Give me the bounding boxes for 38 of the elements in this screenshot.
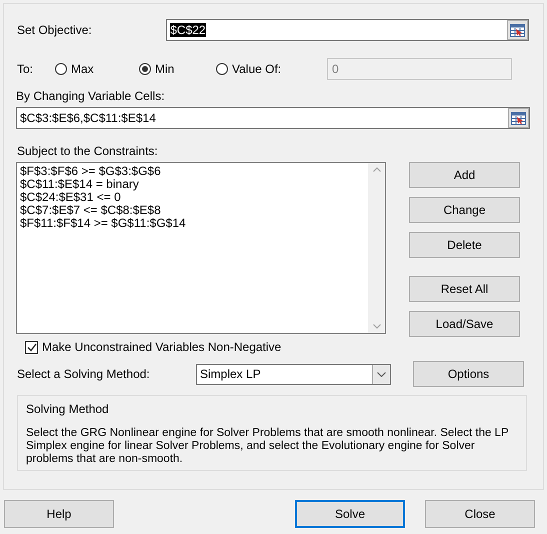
range-select-button[interactable] bbox=[507, 20, 528, 40]
radio-option[interactable]: Min bbox=[139, 62, 216, 76]
method-dropdown[interactable]: Simplex LP bbox=[196, 364, 391, 384]
changing-cells-field[interactable]: $C$3:$E$6,$C$11:$E$14 bbox=[16, 107, 530, 129]
constraint-item[interactable]: $F$11:$F$14 >= $G$11:$G$14 bbox=[20, 217, 365, 230]
range-select-icon bbox=[511, 112, 526, 124]
objective-field[interactable]: $C$22 bbox=[166, 19, 529, 41]
dialog-button[interactable]: Help bbox=[4, 500, 114, 528]
checkbox-label[interactable]: Make Unconstrained Variables Non-Negative bbox=[42, 340, 282, 354]
dialog-button[interactable]: Close bbox=[425, 500, 535, 528]
constraints-label: Subject to the Constraints: bbox=[17, 144, 159, 158]
radio-option[interactable]: Value Of: bbox=[216, 62, 327, 76]
radio-button[interactable] bbox=[139, 63, 151, 75]
to-label: To: bbox=[17, 62, 34, 76]
constraint-item[interactable]: $C$11:$E$14 = binary bbox=[20, 178, 365, 191]
constraint-item[interactable]: $C$24:$E$31 <= 0 bbox=[20, 191, 365, 204]
constraint-item[interactable]: $F$3:$F$6 >= $G$3:$G$6 bbox=[20, 165, 365, 178]
options-button[interactable]: Options bbox=[413, 361, 524, 387]
description-title: Solving Method bbox=[26, 402, 110, 416]
radio-option[interactable]: Max bbox=[55, 62, 139, 76]
radio-button[interactable] bbox=[216, 63, 228, 75]
checkbox[interactable] bbox=[25, 340, 38, 354]
changing-cells-label: By Changing Variable Cells: bbox=[16, 89, 166, 103]
chevron-down-icon[interactable] bbox=[377, 372, 386, 376]
description-text: Select the GRG Nonlinear engine for Solver Problems that are smooth nonlinear. Select the LP Simplex engine for linear Solver Problems, and select the Evolutionary engine for Solver problems that are non-smooth. bbox=[26, 427, 510, 466]
constraint-item[interactable]: $C$7:$E$7 <= $C$8:$E$8 bbox=[20, 204, 365, 217]
range-select-button[interactable] bbox=[508, 108, 529, 128]
objective-label: Set Objective: bbox=[17, 23, 93, 37]
constraints-list[interactable]: $F$3:$F$6 >= $G$3:$G$6 $C$11:$E$14 = binary $C$24:$E$31 <= 0 $C$7:$E$7 <= $C$8:$E$8 $F$11:$F$14 >= $G$11:$G$14 bbox=[16, 162, 386, 334]
constraint-action-button[interactable]: Load/Save bbox=[409, 311, 520, 337]
constraint-action-button[interactable]: Add bbox=[409, 162, 520, 188]
range-select-icon bbox=[510, 24, 525, 36]
constraint-action-button[interactable]: Reset All bbox=[409, 276, 520, 302]
constraint-action-button[interactable]: Change bbox=[409, 197, 520, 223]
constraint-action-button[interactable]: Delete bbox=[409, 232, 520, 258]
radio-button[interactable] bbox=[55, 63, 67, 75]
method-label: Select a Solving Method: bbox=[17, 367, 151, 381]
dialog-button[interactable]: Solve bbox=[295, 500, 405, 528]
